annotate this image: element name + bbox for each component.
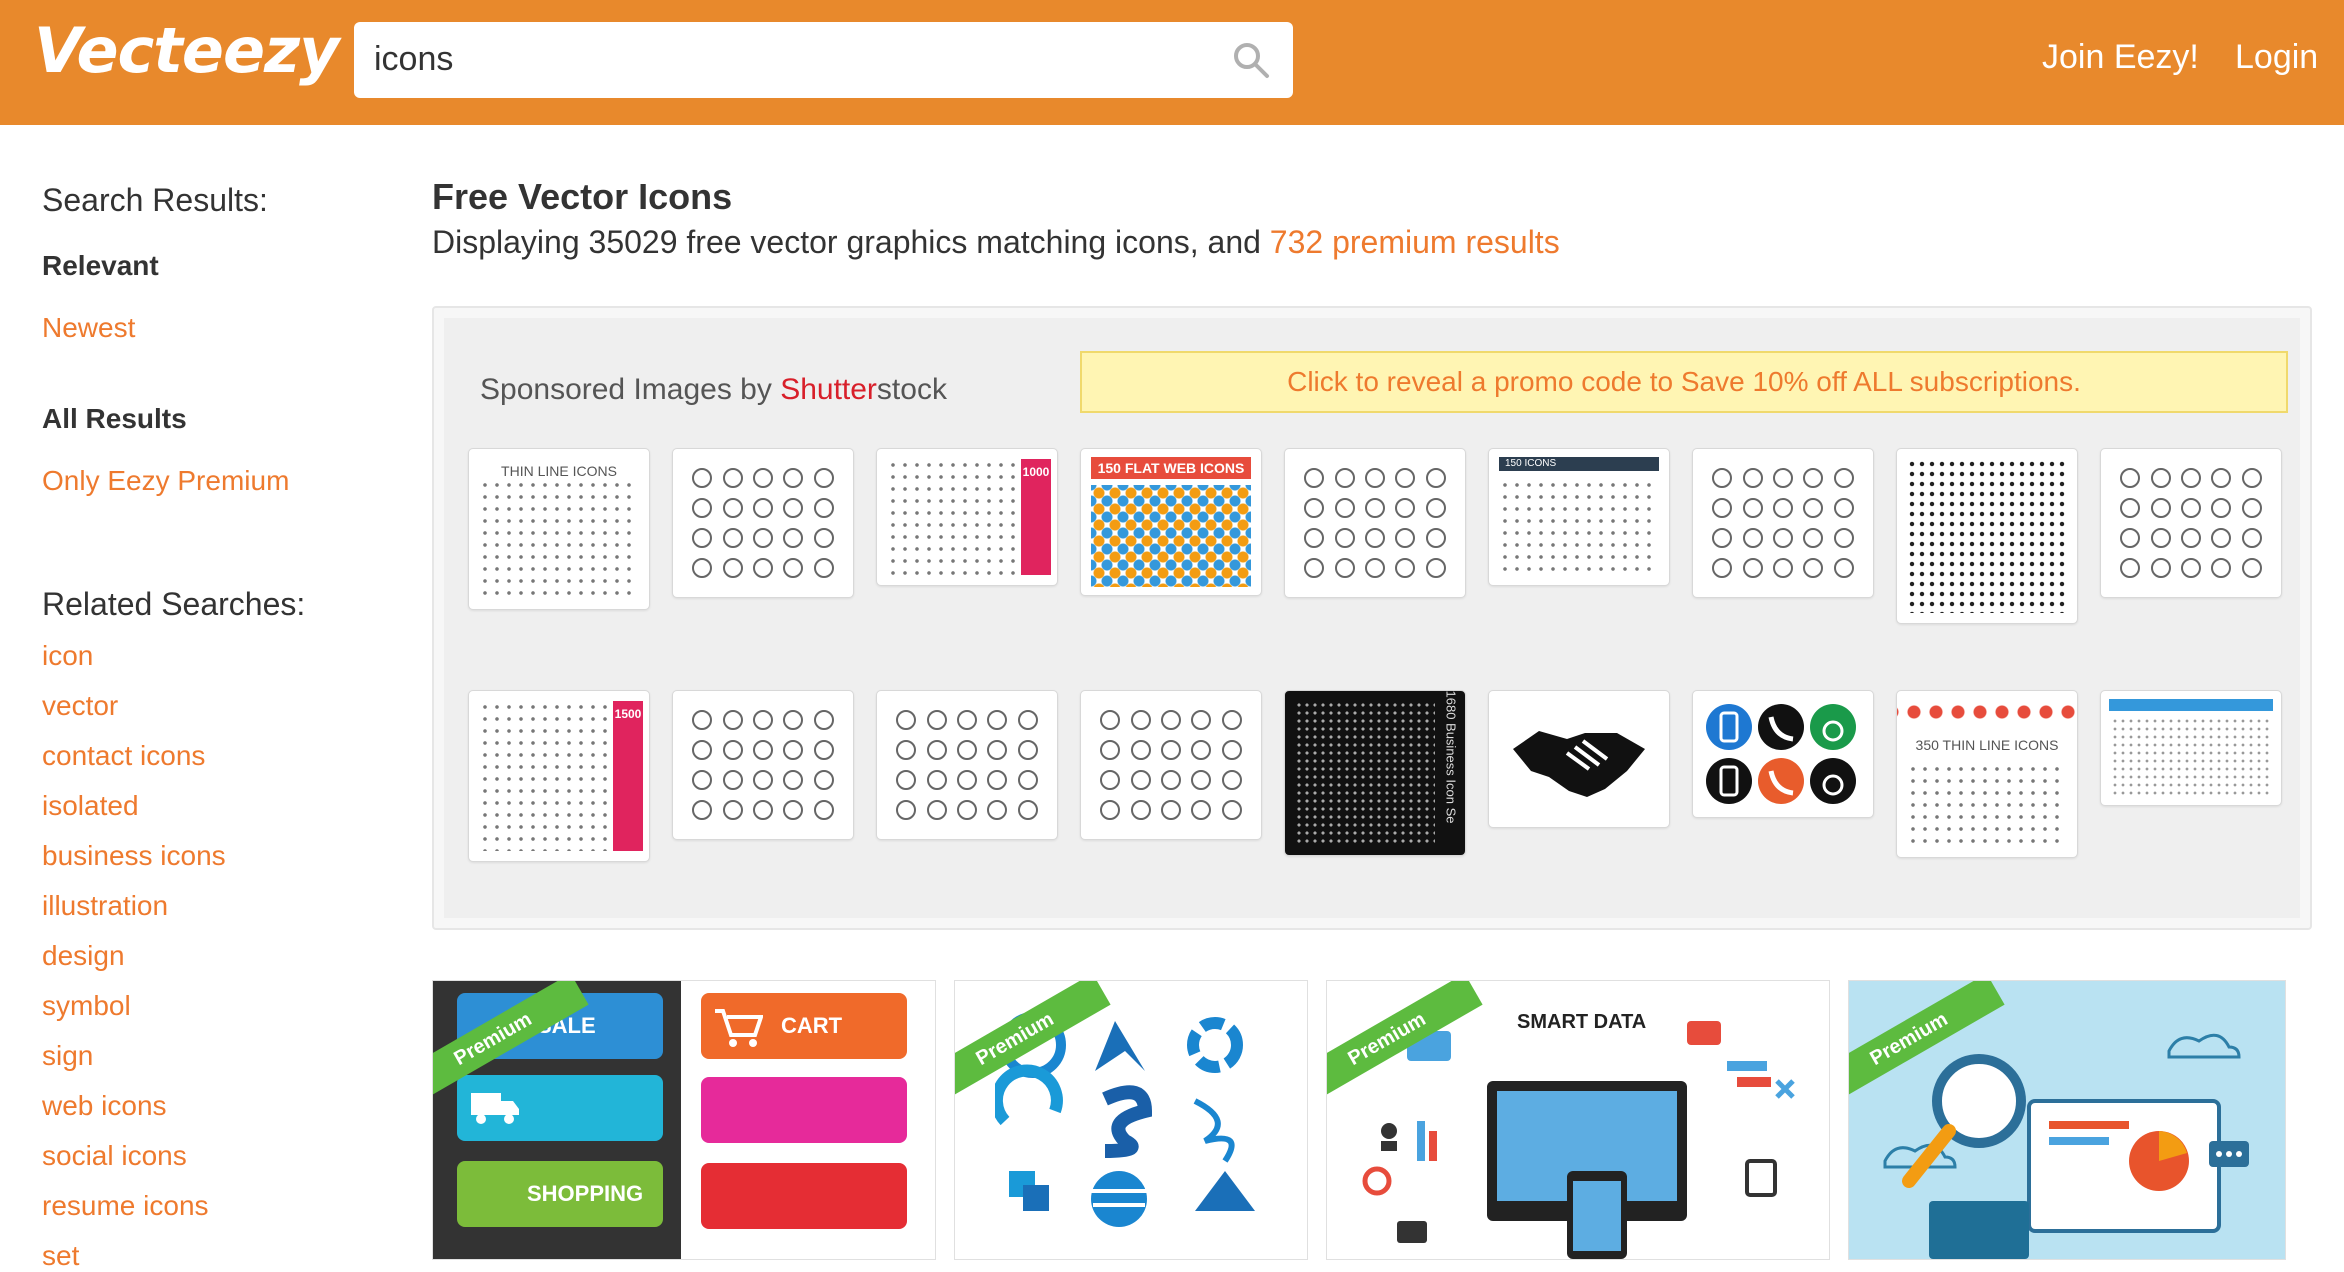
result-card[interactable]: Premium [1848, 980, 2286, 1260]
icon-pattern [1897, 703, 2077, 721]
related-link[interactable]: illustration [42, 890, 168, 922]
search-input[interactable]: icons [374, 40, 453, 79]
sponsored-thumb[interactable] [1692, 448, 1874, 598]
sponsored-inner: Sponsored Images by Shutterstock Click t… [444, 318, 2300, 918]
sponsored-thumb[interactable]: 350 THIN LINE ICONS [1896, 690, 2078, 858]
icon-pattern [1091, 485, 1251, 587]
smart-data-graphic [1362, 1021, 1795, 1259]
related-link[interactable]: contact icons [42, 740, 205, 772]
thumb-badge: 1000 [1021, 459, 1051, 575]
sponsored-thumb[interactable] [672, 690, 854, 840]
sponsored-thumb[interactable] [672, 448, 854, 598]
icon-pattern [479, 701, 609, 851]
login-link[interactable]: Login [2235, 38, 2318, 77]
icon-pattern [1295, 701, 1435, 845]
related-searches-heading: Related Searches: [42, 586, 306, 622]
bag-button-graphic [701, 1163, 907, 1229]
blue-logos-graphic [995, 1012, 1255, 1227]
search-box[interactable]: icons [354, 22, 1293, 98]
sponsored-thumb[interactable]: 1000 [876, 448, 1058, 586]
thumb-caption: 350 THIN LINE ICONS [1915, 737, 2059, 753]
basket-button-graphic [701, 1077, 907, 1143]
thumb-header-bar [2109, 699, 2273, 711]
sponsored-thumb[interactable] [2100, 690, 2282, 806]
icon-pattern [687, 705, 839, 825]
sponsored-thumb[interactable] [876, 690, 1058, 840]
search-results-heading: Search Results: [42, 182, 268, 218]
thumb-caption: 150 FLAT WEB ICONS [1091, 457, 1251, 479]
shutterstock-brand-a[interactable]: Shutter [780, 373, 877, 406]
promo-banner[interactable]: Click to reveal a promo code to Save 10%… [1080, 351, 2288, 413]
phone-icons [1706, 704, 1856, 804]
related-link[interactable]: icon [42, 640, 93, 672]
sponsored-panel: Sponsored Images by Shutterstock Click t… [432, 306, 2312, 930]
related-link[interactable]: vector [42, 690, 118, 722]
filter-all-results[interactable]: All Results [42, 403, 187, 435]
page-title: Free Vector Icons [432, 176, 733, 217]
related-link[interactable]: set [42, 1240, 79, 1272]
sponsored-label: Sponsored Images by Shutterstock [480, 373, 947, 407]
sponsored-thumb[interactable]: THIN LINE ICONS [468, 448, 650, 610]
thumb-caption: 150 ICONS [1499, 457, 1659, 471]
shopping-button-graphic: SHOPPING [457, 1161, 663, 1227]
related-link[interactable]: business icons [42, 840, 226, 872]
result-card[interactable]: Premium [954, 980, 1308, 1260]
sponsored-thumb[interactable] [2100, 448, 2282, 598]
sponsored-thumb[interactable] [1284, 448, 1466, 598]
icon-pattern [1707, 463, 1859, 583]
sponsored-thumb[interactable]: 1680 Business Icon Se [1284, 690, 1466, 856]
sponsored-thumb[interactable]: 1500 [468, 690, 650, 862]
vecteezy-logo[interactable]: Vecteezy [34, 14, 340, 87]
icon-pattern [1907, 459, 2067, 613]
related-link[interactable]: resume icons [42, 1190, 209, 1222]
related-link[interactable]: sign [42, 1040, 93, 1072]
icon-pattern [2111, 717, 2271, 795]
sponsored-thumb[interactable]: 150 ICONS [1488, 448, 1670, 586]
results-summary: Displaying 35029 free vector graphics ma… [432, 224, 1560, 261]
shutterstock-brand-b[interactable]: stock [877, 373, 947, 406]
icon-pattern [2115, 463, 2267, 583]
thumb-caption: THIN LINE ICONS [501, 463, 617, 479]
sponsored-thumb[interactable] [1896, 448, 2078, 624]
sponsored-thumb[interactable] [1692, 690, 1874, 818]
icon-pattern [1095, 705, 1247, 825]
related-link[interactable]: isolated [42, 790, 139, 822]
sort-newest[interactable]: Newest [42, 312, 135, 344]
related-link[interactable]: design [42, 940, 125, 972]
search-icon[interactable] [1231, 40, 1271, 80]
icon-pattern [891, 705, 1043, 825]
handshake-icon [1513, 731, 1645, 797]
thumb-caption: 1680 Business Icon Se [1443, 690, 1459, 824]
join-link[interactable]: Join Eezy! [2042, 38, 2199, 77]
sort-relevant[interactable]: Relevant [42, 250, 159, 282]
top-bar: Vecteezy icons Join Eezy! Login [0, 0, 2344, 125]
icon-pattern [1499, 479, 1659, 575]
premium-results-link[interactable]: 732 premium results [1270, 224, 1560, 260]
sponsored-label-text: Sponsored Images by [480, 373, 781, 406]
truck-icon [471, 1093, 519, 1124]
sponsored-thumb[interactable] [1488, 690, 1670, 828]
filter-only-premium[interactable]: Only Eezy Premium [42, 465, 289, 497]
icon-pattern [479, 479, 639, 599]
related-link[interactable]: web icons [42, 1090, 167, 1122]
icon-pattern [887, 459, 1017, 575]
icon-pattern [1299, 463, 1451, 583]
result-card[interactable]: Premium SALE SHOPPING CART [432, 980, 936, 1260]
related-link[interactable]: symbol [42, 990, 131, 1022]
related-link[interactable]: social icons [42, 1140, 187, 1172]
icon-pattern [1907, 763, 2067, 847]
cart-icon [715, 1009, 763, 1047]
icon-pattern [687, 463, 839, 583]
sponsored-thumb[interactable] [1080, 690, 1262, 840]
thumb-badge: 1500 [613, 701, 643, 851]
sponsored-thumb[interactable]: 150 FLAT WEB ICONS [1080, 448, 1262, 596]
result-card[interactable]: Premium SMART DATA [1326, 980, 1830, 1260]
results-summary-text: Displaying 35029 free vector graphics ma… [432, 224, 1270, 260]
